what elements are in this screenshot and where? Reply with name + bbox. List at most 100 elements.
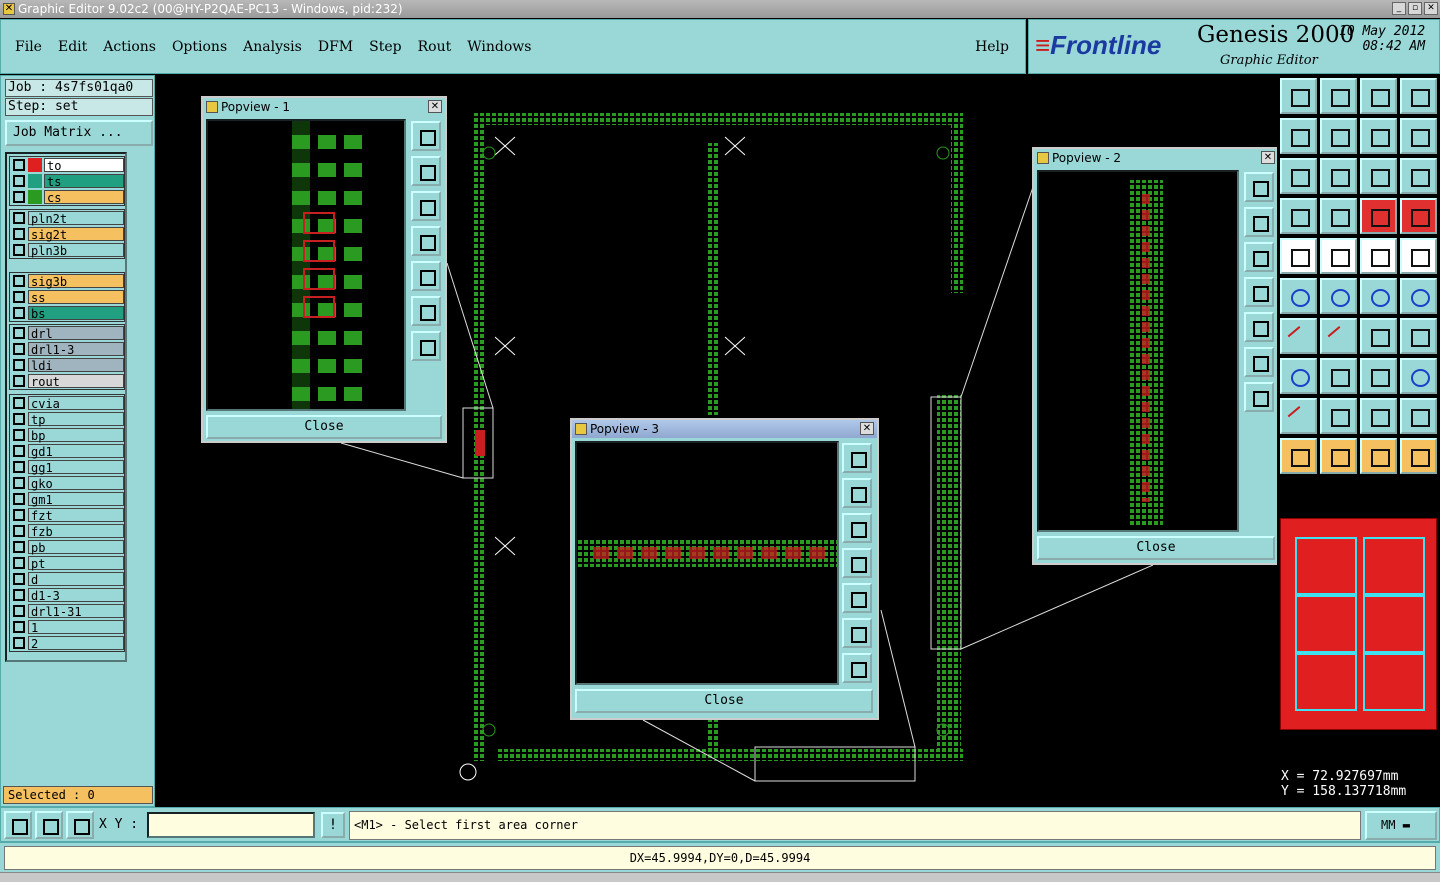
menu-rout[interactable]: Rout (418, 39, 452, 55)
menu-actions[interactable]: Actions (103, 39, 156, 55)
menu-help[interactable]: Help (975, 39, 1009, 55)
layer-row-drl[interactable]: drl (10, 325, 124, 341)
layer-row-pln2t[interactable]: pln2t (10, 210, 124, 226)
layer-checkbox[interactable] (13, 589, 25, 601)
layer-checkbox[interactable] (13, 541, 25, 553)
layer-name[interactable]: d (28, 572, 124, 587)
tool-button-16[interactable] (1400, 198, 1437, 234)
layer-name[interactable]: sig2t (28, 227, 124, 242)
layer-checkbox[interactable] (13, 493, 25, 505)
layer-checkbox[interactable] (13, 413, 25, 425)
layer-name[interactable]: ts (44, 174, 124, 189)
zoom-button[interactable] (411, 121, 441, 151)
layer-color-swatch[interactable] (28, 190, 42, 204)
snap-mode-button[interactable] (4, 811, 32, 839)
layer-name[interactable]: bp (28, 428, 124, 443)
exclamation-button[interactable]: ! (321, 812, 345, 838)
layer-name[interactable]: gm1 (28, 492, 124, 507)
tool-button-38[interactable] (1320, 438, 1357, 474)
layer-name[interactable]: gd1 (28, 444, 124, 459)
layer-row-bp[interactable]: bp (10, 427, 124, 443)
tool-button-10[interactable] (1320, 158, 1357, 194)
tool-button-23[interactable] (1360, 278, 1397, 314)
popview-2-close-icon[interactable]: ✕ (1261, 151, 1275, 164)
layer-checkbox[interactable] (13, 397, 25, 409)
tool-button-15[interactable] (1360, 198, 1397, 234)
layer-name[interactable]: 2 (28, 636, 124, 651)
layer-row-cs[interactable]: cs (10, 189, 124, 205)
menu-dfm[interactable]: DFM (318, 39, 353, 55)
layer-row-tp[interactable]: tp (10, 411, 124, 427)
tool-button-13[interactable] (1280, 198, 1317, 234)
layer-row-bs[interactable]: bs (10, 305, 124, 321)
layer-row-gko[interactable]: gko (10, 475, 124, 491)
layer-name[interactable]: fzt (28, 508, 124, 523)
popview-1-close-icon[interactable]: ✕ (428, 100, 442, 113)
tool-button-28[interactable] (1400, 318, 1437, 354)
layer-checkbox[interactable] (13, 477, 25, 489)
tool-button-5[interactable] (1280, 118, 1317, 154)
layer-row-1[interactable]: 1 (10, 619, 124, 635)
zoom-button[interactable] (842, 443, 872, 473)
tool-button-39[interactable] (1360, 438, 1397, 474)
zoom-out-button[interactable] (1244, 382, 1274, 412)
layer-checkbox[interactable] (13, 573, 25, 585)
layer-checkbox[interactable] (13, 525, 25, 537)
popview-2-close-button[interactable]: Close (1037, 536, 1275, 560)
close-window-button[interactable]: ✕ (1424, 2, 1438, 15)
layer-row-sig3b[interactable]: sig3b (10, 273, 124, 289)
tool-button-40[interactable] (1400, 438, 1437, 474)
layer-row-ts[interactable]: ts (10, 173, 124, 189)
layer-row-ldi[interactable]: ldi (10, 357, 124, 373)
tool-button-9[interactable] (1280, 158, 1317, 194)
layer-name[interactable]: 1 (28, 620, 124, 635)
layer-row-drl1-3[interactable]: drl1-3 (10, 341, 124, 357)
layer-row-gm1[interactable]: gm1 (10, 491, 124, 507)
layer-name[interactable]: tp (28, 412, 124, 427)
layer-row-d1-3[interactable]: d1-3 (10, 587, 124, 603)
tool-button-11[interactable] (1360, 158, 1397, 194)
layer-checkbox[interactable] (13, 605, 25, 617)
layer-checkbox[interactable] (13, 327, 25, 339)
layer-name[interactable]: drl1-3 (28, 342, 124, 357)
tool-button-29[interactable] (1280, 358, 1317, 394)
layer-checkbox[interactable] (13, 461, 25, 473)
tool-button-35[interactable] (1360, 398, 1397, 434)
tool-button-30[interactable] (1320, 358, 1357, 394)
layer-checkbox[interactable] (13, 375, 25, 387)
layer-row-sig2t[interactable]: sig2t (10, 226, 124, 242)
layer-name[interactable]: to (44, 158, 124, 173)
tool-button-1[interactable] (1280, 78, 1317, 114)
job-matrix-button[interactable]: Job Matrix ... (5, 120, 153, 146)
tool-button-36[interactable] (1400, 398, 1437, 434)
layer-name[interactable]: ss (28, 290, 124, 305)
layer-checkbox[interactable] (13, 557, 25, 569)
tool-button-17[interactable] (1280, 238, 1317, 274)
layer-checkbox[interactable] (13, 228, 25, 240)
menu-file[interactable]: File (15, 39, 42, 55)
tool-button-34[interactable] (1320, 398, 1357, 434)
maximize-button[interactable]: ▫ (1408, 2, 1422, 15)
popview-1-view[interactable] (206, 119, 406, 411)
layer-name[interactable]: fzb (28, 524, 124, 539)
layer-row-rout[interactable]: rout (10, 373, 124, 389)
tool-button-19[interactable] (1360, 238, 1397, 274)
layer-row-pln3b[interactable]: pln3b (10, 242, 124, 258)
pan-up-button[interactable] (411, 156, 441, 186)
layer-name[interactable]: rout (28, 374, 124, 389)
pan-left-button[interactable] (1244, 277, 1274, 307)
layer-checkbox[interactable] (13, 291, 25, 303)
zoom-fit-button[interactable] (842, 618, 872, 648)
zoom-out-button[interactable] (411, 331, 441, 361)
tool-button-27[interactable] (1360, 318, 1397, 354)
menu-edit[interactable]: Edit (58, 39, 87, 55)
popview-3-view[interactable] (575, 441, 839, 685)
menu-step[interactable]: Step (369, 39, 401, 55)
layer-checkbox[interactable] (13, 343, 25, 355)
menu-analysis[interactable]: Analysis (243, 39, 302, 55)
tool-button-22[interactable] (1320, 278, 1357, 314)
layer-checkbox[interactable] (13, 244, 25, 256)
layer-checkbox[interactable] (13, 159, 25, 171)
tool-button-14[interactable] (1320, 198, 1357, 234)
layer-name[interactable]: bs (28, 306, 124, 321)
